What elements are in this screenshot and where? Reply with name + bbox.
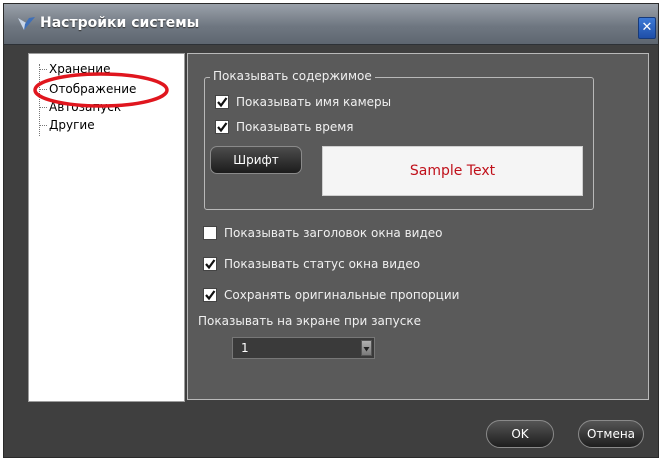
font-button[interactable]: Шрифт	[210, 146, 302, 174]
show-content-group: Показывать содержимое Показывать имя кам…	[204, 69, 594, 210]
title-bar: Настройки системы ✕	[4, 4, 658, 45]
tree-item-storage[interactable]: Хранение	[39, 62, 110, 78]
tree-item-label: Другие	[49, 118, 95, 132]
tree-item-label: Отображение	[49, 82, 137, 96]
show-camera-name-label: Показывать имя камеры	[236, 95, 392, 109]
show-camera-name-checkbox[interactable]	[215, 95, 229, 109]
show-window-title-checkbox[interactable]	[203, 226, 217, 240]
tree-item-display[interactable]: Отображение	[39, 82, 136, 98]
show-time-checkbox[interactable]	[215, 120, 229, 134]
startup-screen-value: 1	[241, 341, 249, 355]
ok-button[interactable]: OK	[486, 420, 554, 448]
startup-screen-select[interactable]: 1	[232, 337, 375, 359]
show-window-status-row: Показывать статус окна видео	[203, 257, 420, 271]
display-settings-panel: Показывать содержимое Показывать имя кам…	[187, 53, 649, 400]
tree-item-label: Автозапуск	[49, 100, 122, 114]
keep-proportions-checkbox[interactable]	[203, 288, 217, 302]
show-time-row: Показывать время	[215, 120, 353, 134]
tree-item-label: Хранение	[49, 62, 111, 76]
tree-item-autostart[interactable]: Автозапуск	[39, 100, 121, 116]
keep-proportions-row: Сохранять оригинальные пропорции	[203, 288, 459, 302]
app-logo-icon	[16, 15, 38, 33]
show-window-status-label: Показывать статус окна видео	[224, 257, 421, 271]
close-button[interactable]: ✕	[638, 17, 656, 39]
settings-dialog: Настройки системы ✕ Хранение Отображение…	[3, 3, 659, 458]
settings-category-tree: Хранение Отображение Автозапуск Другие	[28, 53, 185, 402]
keep-proportions-label: Сохранять оригинальные пропорции	[224, 288, 460, 302]
tree-item-other[interactable]: Другие	[39, 118, 95, 134]
group-title: Показывать содержимое	[210, 69, 375, 83]
window-title: Настройки системы	[40, 15, 200, 31]
sample-text-preview: Sample Text	[322, 146, 583, 196]
dropdown-arrow-icon[interactable]	[361, 340, 372, 356]
show-window-title-label: Показывать заголовок окна видео	[224, 226, 443, 240]
close-icon: ✕	[641, 20, 653, 35]
show-time-label: Показывать время	[236, 120, 354, 134]
show-window-title-row: Показывать заголовок окна видео	[203, 226, 443, 240]
cancel-button[interactable]: Отмена	[578, 420, 644, 448]
show-camera-name-row: Показывать имя камеры	[215, 95, 391, 109]
startup-screen-label: Показывать на экране при запуске	[198, 314, 421, 328]
show-window-status-checkbox[interactable]	[203, 257, 217, 271]
